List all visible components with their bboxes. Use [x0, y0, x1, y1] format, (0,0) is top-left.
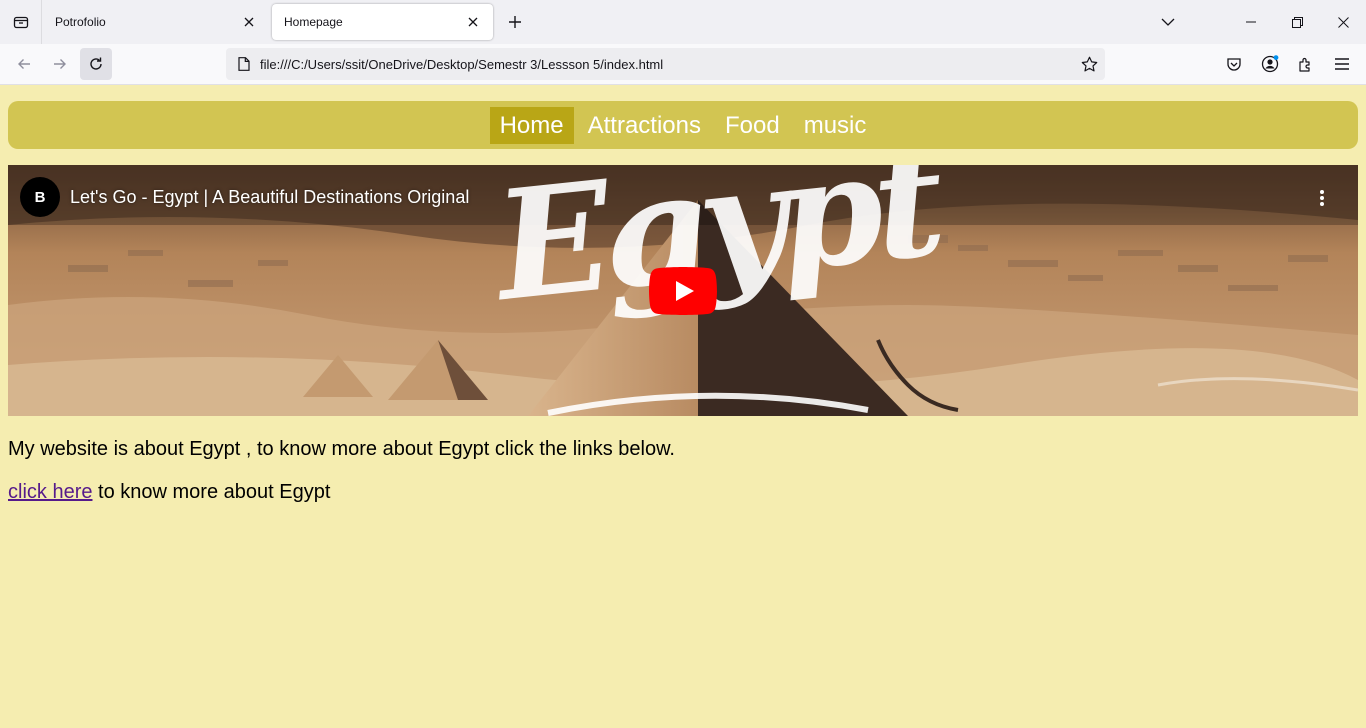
browser-tab-potrofolio[interactable]: Potrofolio: [43, 4, 269, 40]
forward-arrow-icon[interactable]: [44, 48, 76, 80]
more-info-paragraph: click here to know more about Egypt: [8, 481, 330, 504]
more-options-icon[interactable]: [1314, 187, 1330, 209]
window-close-icon[interactable]: [1320, 0, 1366, 44]
page-icon: [228, 48, 260, 80]
browser-toolbar: file:///C:/Users/ssit/OneDrive/Desktop/S…: [0, 44, 1366, 85]
bookmark-star-icon[interactable]: [1073, 48, 1105, 80]
nav-link-food[interactable]: Food: [715, 107, 790, 144]
close-icon[interactable]: [241, 14, 257, 30]
channel-avatar-letter: B: [34, 188, 46, 206]
site-navigation: Home Attractions Food music: [8, 101, 1358, 149]
click-here-link[interactable]: click here: [8, 481, 92, 503]
address-bar[interactable]: file:///C:/Users/ssit/OneDrive/Desktop/S…: [226, 48, 1105, 80]
link-suffix-text: to know more about Egypt: [92, 481, 331, 503]
browser-tab-homepage[interactable]: Homepage: [272, 4, 493, 40]
account-icon[interactable]: [1254, 48, 1286, 80]
new-tab-plus-icon[interactable]: [503, 10, 527, 34]
tab-list-icon[interactable]: [0, 0, 42, 44]
browser-tab-bar: Potrofolio Homepage: [0, 0, 1366, 44]
extensions-puzzle-icon[interactable]: [1290, 48, 1322, 80]
video-title[interactable]: Let's Go - Egypt | A Beautiful Destinati…: [70, 187, 469, 208]
nav-link-home[interactable]: Home: [489, 106, 574, 144]
restore-icon[interactable]: [1274, 0, 1320, 44]
youtube-play-icon[interactable]: [649, 267, 717, 315]
tab-title: Homepage: [284, 15, 343, 29]
close-icon[interactable]: [465, 14, 481, 30]
youtube-video-embed[interactable]: Egypt B Let's Go - Egypt | A Beautiful D…: [8, 165, 1358, 416]
nav-link-attractions[interactable]: Attractions: [578, 107, 711, 144]
reload-icon[interactable]: [80, 48, 112, 80]
pocket-icon[interactable]: [1218, 48, 1250, 80]
minimize-icon[interactable]: [1228, 0, 1274, 44]
back-arrow-icon[interactable]: [8, 48, 40, 80]
tab-overflow-chevron-down-icon[interactable]: [1145, 0, 1191, 44]
nav-link-music[interactable]: music: [794, 107, 877, 144]
url-text[interactable]: file:///C:/Users/ssit/OneDrive/Desktop/S…: [260, 57, 1073, 72]
tab-title: Potrofolio: [55, 15, 106, 29]
menu-hamburger-icon[interactable]: [1326, 48, 1358, 80]
intro-paragraph: My website is about Egypt , to know more…: [8, 438, 675, 460]
channel-avatar[interactable]: B: [20, 177, 60, 217]
